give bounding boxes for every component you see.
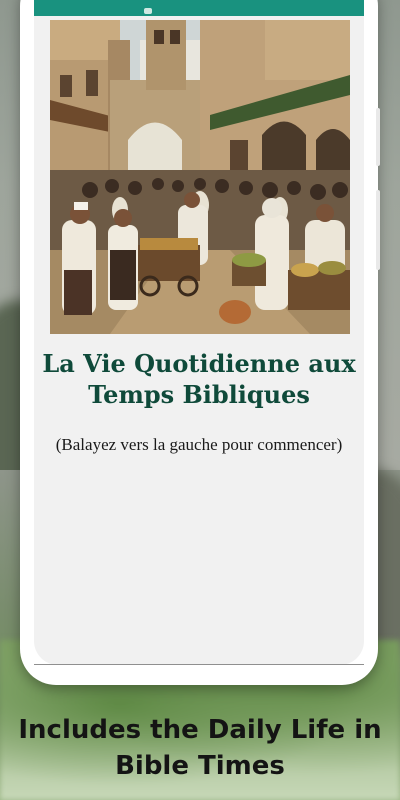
power-button bbox=[376, 190, 380, 270]
app-screen: La Vie Quotidienne aux Temps Bibliques (… bbox=[34, 0, 364, 665]
page-title: La Vie Quotidienne aux Temps Bibliques bbox=[42, 349, 356, 409]
phone-frame: La Vie Quotidienne aux Temps Bibliques (… bbox=[20, 0, 380, 685]
app-bar bbox=[34, 0, 364, 16]
hero-image bbox=[50, 20, 350, 334]
app-bar-glyph bbox=[144, 8, 152, 14]
volume-button bbox=[376, 108, 380, 166]
screen-bottom-edge bbox=[34, 664, 364, 665]
market-scene-illustration bbox=[50, 20, 350, 334]
promo-caption: Includes the Daily Life in Bible Times bbox=[18, 715, 382, 781]
swipe-hint: (Balayez vers la gauche pour commencer) bbox=[55, 435, 343, 454]
